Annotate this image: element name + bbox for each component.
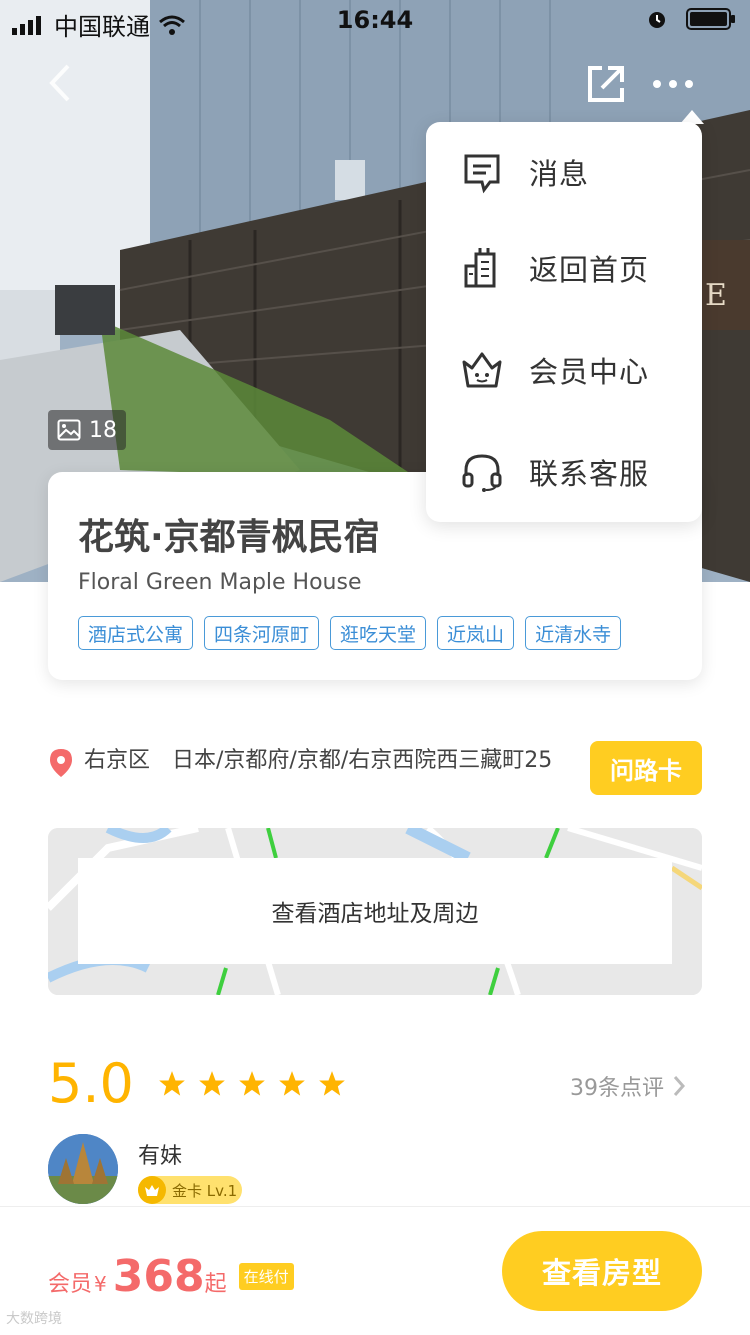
menu-label: 返回首页 — [529, 253, 650, 287]
star-icon — [279, 1071, 305, 1096]
hotel-name-cn: 花筑·京都青枫民宿 — [78, 517, 380, 558]
member-level: 金卡 Lv.1 — [172, 1181, 238, 1200]
rating-stars — [158, 1070, 346, 1098]
menu-item-support[interactable]: 联系客服 — [426, 422, 702, 522]
hotel-tag: 近清水寺 — [525, 616, 622, 650]
headset-icon — [462, 454, 502, 492]
price: 会员 ¥ 368 起 在线付 — [48, 1251, 294, 1302]
menu-label: 消息 — [529, 157, 590, 191]
price-value: 368 — [112, 1251, 205, 1302]
battery-icon — [686, 8, 735, 30]
photo-count-badge[interactable]: 18 — [48, 410, 126, 450]
image-icon — [57, 419, 81, 441]
bottom-bar: 会员 ¥ 368 起 在线付 查看房型 — [0, 1206, 750, 1335]
alarm-icon — [649, 12, 665, 28]
star-icon — [319, 1071, 345, 1096]
reviewer-name: 有妹 — [138, 1144, 183, 1169]
svg-text:E: E — [705, 278, 727, 313]
back-button[interactable] — [44, 60, 74, 110]
menu-item-member[interactable]: 会员中心 — [426, 320, 702, 420]
hotel-name-en: Floral Green Maple House — [78, 570, 362, 595]
hotel-tag: 四条河原町 — [204, 616, 320, 650]
hotel-tag: 逛吃天堂 — [330, 616, 427, 650]
menu-label: 会员中心 — [529, 355, 650, 389]
address-text: 右京区 日本/京都府/京都/右京西院西三藏町25 — [84, 748, 553, 773]
star-icon — [159, 1071, 185, 1096]
location-pin-icon — [50, 749, 72, 777]
watermark: 大数跨境 — [6, 1311, 62, 1327]
price-suffix: 起 — [204, 1272, 227, 1297]
hotel-tag: 近岚山 — [437, 616, 515, 650]
view-rooms-button[interactable]: 查看房型 — [502, 1231, 702, 1311]
avatar-image — [48, 1134, 118, 1204]
building-home-icon — [464, 248, 496, 288]
currency: ¥ — [94, 1272, 107, 1296]
menu-label: 联系客服 — [529, 457, 650, 491]
share-icon — [588, 66, 624, 102]
map-label: 查看酒店地址及周边 — [78, 858, 672, 964]
chevron-left-icon — [49, 64, 70, 102]
menu-item-home[interactable]: 返回首页 — [426, 218, 702, 318]
crown-member-icon — [462, 352, 502, 388]
more-menu: 消息 返回首页 会员中心 联系客服 — [426, 122, 702, 522]
review-count-link[interactable]: 39条点评 — [570, 1070, 686, 1102]
message-icon — [464, 154, 500, 194]
more-dots-icon — [653, 80, 693, 88]
member-level-badge: 金卡 Lv.1 — [138, 1176, 242, 1204]
menu-item-messages[interactable]: 消息 — [426, 122, 702, 222]
map-preview[interactable]: 查看酒店地址及周边 — [48, 828, 702, 995]
hotel-tag: 酒店式公寓 — [78, 616, 194, 650]
share-button[interactable] — [586, 64, 626, 108]
pay-online-badge: 在线付 — [238, 1263, 294, 1290]
rating-score: 5.0 — [48, 1052, 134, 1115]
direction-card-button[interactable]: 问路卡 — [590, 741, 702, 795]
chevron-right-icon — [673, 1076, 686, 1096]
photo-count: 18 — [89, 417, 117, 443]
star-icon — [239, 1071, 265, 1096]
status-bar: 中国联通 16:44 — [0, 0, 750, 41]
star-icon — [199, 1071, 225, 1096]
avatar[interactable] — [48, 1134, 118, 1204]
member-price-label: 会员 — [48, 1272, 93, 1297]
hotel-tags: 酒店式公寓 四条河原町 逛吃天堂 近岚山 近清水寺 — [78, 616, 622, 650]
review-count: 39条点评 — [570, 1076, 664, 1101]
status-time: 16:44 — [336, 6, 414, 34]
crown-icon — [138, 1176, 166, 1204]
more-button[interactable] — [652, 76, 694, 95]
